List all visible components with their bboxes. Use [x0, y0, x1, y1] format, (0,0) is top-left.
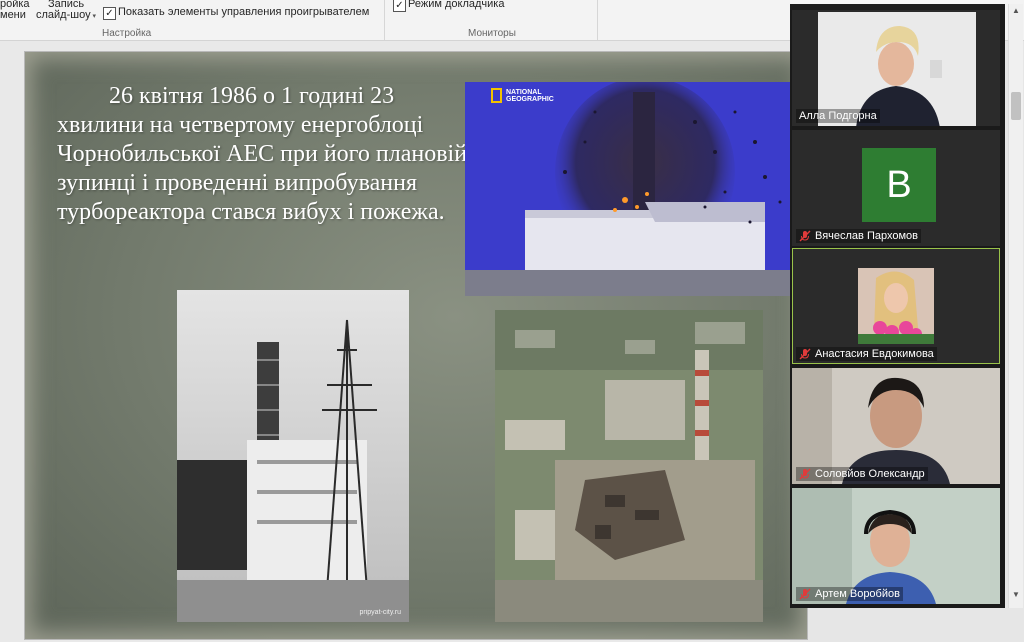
slide-workspace: 26 квітня 1986 о 1 годині 23 хвилини на … [0, 41, 808, 642]
chevron-down-icon: ▾ [90, 13, 97, 20]
checkbox-icon[interactable]: ✓ [103, 7, 116, 20]
participant-tile[interactable]: Соловйов Олександр [792, 368, 1000, 484]
participant-name: Вячеслав Пархомов [815, 230, 918, 242]
participant-video [858, 268, 934, 344]
aerial-damage-photo[interactable] [495, 310, 763, 622]
power-plant-illustration [177, 290, 409, 622]
avatar: В [862, 148, 936, 222]
mic-muted-icon [799, 468, 811, 480]
scroll-up-icon[interactable]: ▲ [1011, 6, 1021, 16]
ng-frame-icon [491, 88, 502, 103]
participant-tile[interactable]: Артем Воробйов [792, 488, 1000, 604]
photo-watermark: pripyat-city.ru [359, 609, 402, 616]
ng-logo-text: NATIONAL GEOGRAPHIC [506, 88, 554, 103]
participant-name-tag: Соловйов Олександр [796, 467, 928, 481]
scrollbar-thumb[interactable] [1011, 92, 1021, 120]
national-geographic-logo: NATIONAL GEOGRAPHIC [491, 88, 566, 103]
participant-name: Анастасия Евдокимова [815, 348, 934, 360]
participant-name-tag: Артем Воробйов [796, 587, 903, 601]
presenter-mode-label: Режим докладчика [408, 0, 505, 10]
checkbox-icon[interactable]: ✓ [393, 0, 406, 12]
participant-tile[interactable]: Алла Подгорна [792, 10, 1000, 126]
slide-canvas[interactable]: 26 квітня 1986 о 1 годині 23 хвилини на … [24, 51, 808, 640]
explosion-illustration [465, 82, 791, 296]
mic-muted-icon [799, 348, 811, 360]
record-label-bottom: слайд-шоу ▾ [36, 9, 97, 21]
participant-name: Алла Подгорна [799, 110, 877, 122]
ribbon-divider [384, 0, 385, 40]
participant-name-tag: Вячеслав Пархомов [796, 229, 921, 243]
participant-name: Соловйов Олександр [815, 468, 925, 480]
vertical-scrollbar[interactable]: ▲ ▼ [1008, 4, 1023, 608]
participant-tile-active[interactable]: Анастасия Евдокимова [792, 248, 1000, 364]
mic-muted-icon [799, 230, 811, 242]
participant-name-tag: Алла Подгорна [796, 109, 880, 123]
scroll-down-icon[interactable]: ▼ [1011, 590, 1021, 600]
group-label-monitors: Мониторы [468, 28, 516, 39]
group-label-setup: Настройка [102, 28, 152, 39]
mic-muted-icon [799, 588, 811, 600]
participant-name: Артем Воробйов [815, 588, 900, 600]
participant-tile[interactable]: В Вячеслав Пархомов [792, 130, 1000, 246]
participant-video-frame [858, 268, 934, 344]
participants-panel: Алла Подгорна В Вячеслав Пархомов Анаста… [790, 4, 1005, 608]
ribbon-cut-button-bottom[interactable]: мени [0, 9, 26, 21]
show-controls-label: Показать элементы управления проигрывате… [118, 6, 370, 18]
ribbon-divider [597, 0, 598, 40]
slide-text-content: 26 квітня 1986 о 1 годині 23 хвилини на … [57, 83, 468, 225]
power-plant-bw-photo[interactable]: pripyat-city.ru [177, 290, 409, 622]
explosion-photo[interactable]: NATIONAL GEOGRAPHIC [465, 82, 791, 296]
slide-body-text[interactable]: 26 квітня 1986 о 1 годині 23 хвилини на … [57, 82, 477, 227]
participant-name-tag: Анастасия Евдокимова [796, 347, 937, 361]
aerial-plant-illustration [495, 310, 763, 622]
